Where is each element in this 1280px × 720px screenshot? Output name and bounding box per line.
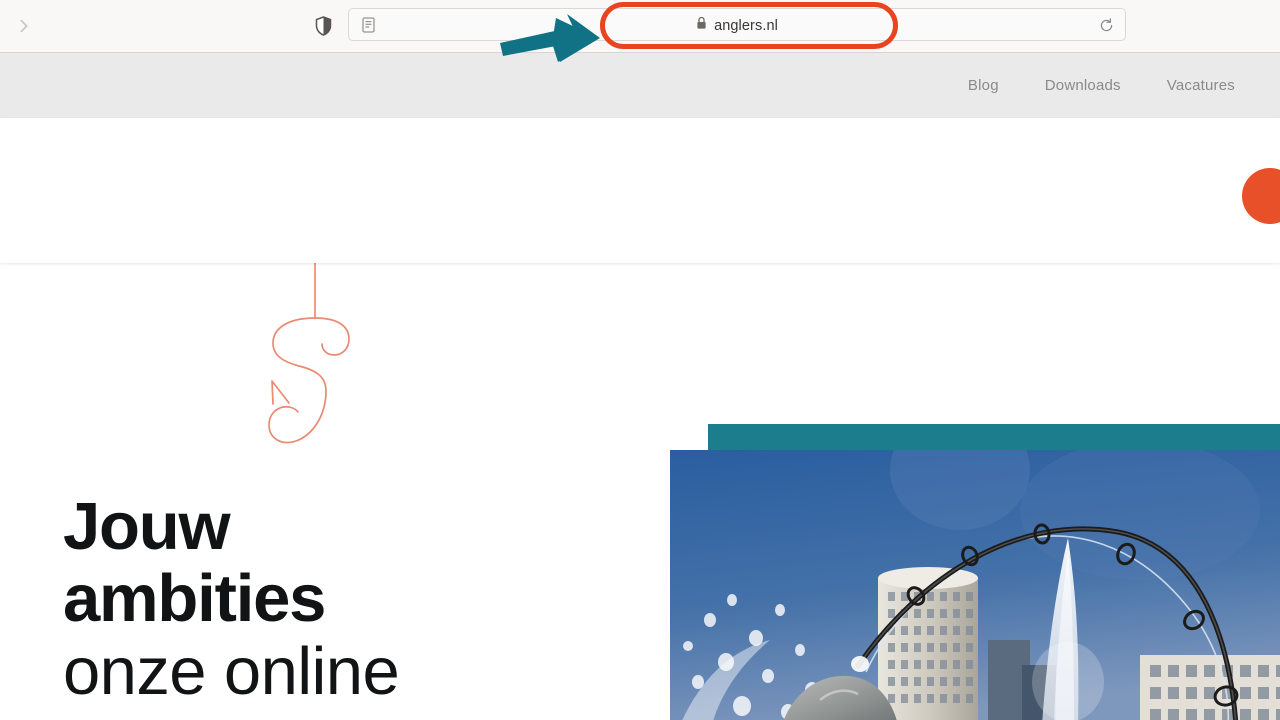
hero-media	[670, 424, 1280, 720]
hero-heading-line: Jouw	[63, 489, 231, 564]
topbar-link-blog[interactable]: Blog	[968, 77, 999, 94]
utility-links: Blog Downloads Vacatures	[968, 53, 1235, 118]
chevron-right-icon	[15, 17, 33, 35]
hero-heading-line: ambities	[63, 561, 326, 637]
hero-heading: Jouw ambities onze online	[63, 489, 663, 709]
browser-chrome: anglers.nl	[0, 0, 1280, 53]
lock-icon	[696, 16, 707, 35]
fishing-hook-outline-decoration	[253, 263, 383, 473]
url-text: anglers.nl	[714, 17, 778, 34]
url-bar[interactable]: anglers.nl	[348, 8, 1126, 41]
tracking-protection-shield-icon[interactable]	[311, 12, 335, 40]
hero-section: Jouw ambities onze online	[0, 263, 1280, 720]
topbar-link-vacatures[interactable]: Vacatures	[1167, 77, 1235, 94]
topbar-link-downloads[interactable]: Downloads	[1045, 77, 1121, 94]
hero-heading-line: onze online	[63, 633, 400, 709]
forward-button[interactable]	[6, 8, 42, 44]
site-header	[0, 118, 1280, 263]
reload-button[interactable]	[1097, 16, 1116, 35]
site-utility-bar: Blog Downloads Vacatures	[0, 53, 1280, 118]
hero-photo	[670, 450, 1280, 720]
url-display[interactable]: anglers.nl	[349, 9, 1125, 42]
